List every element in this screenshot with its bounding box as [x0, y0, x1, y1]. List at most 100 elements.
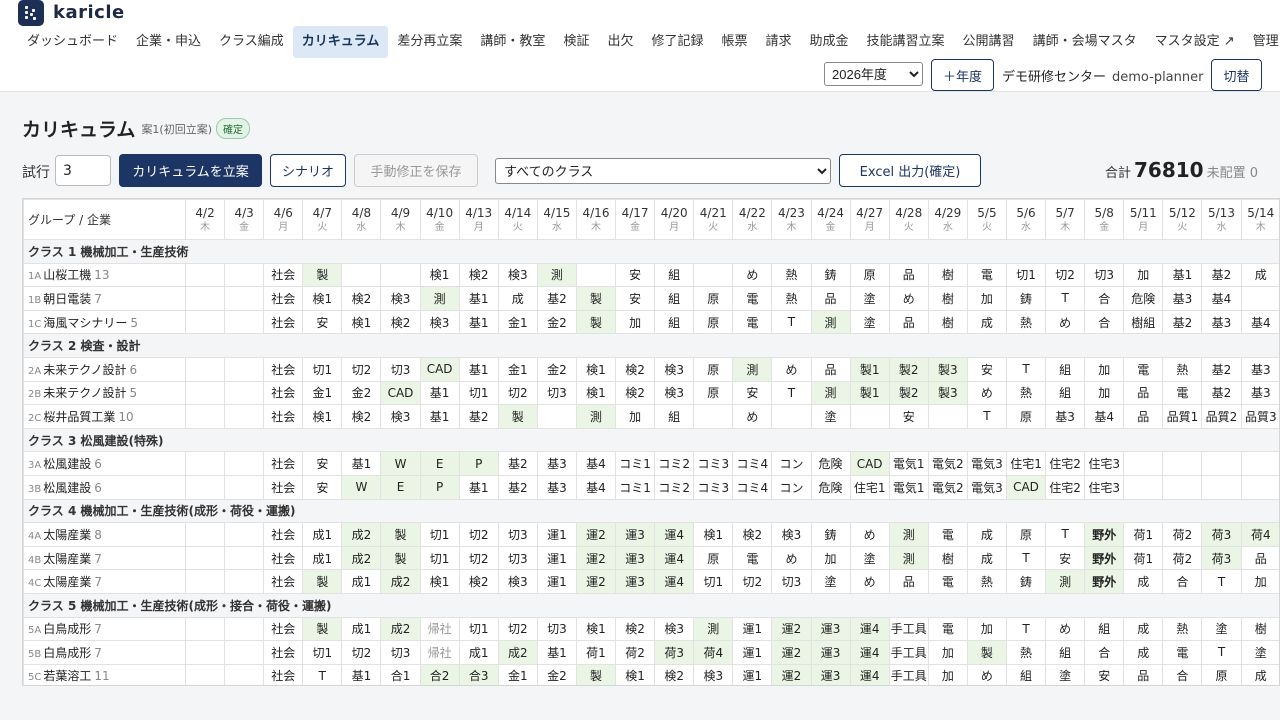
schedule-cell[interactable]: 切1 [458, 616, 499, 642]
schedule-cell[interactable]: 成1 [302, 522, 343, 547]
schedule-cell[interactable]: 測 [888, 545, 929, 571]
schedule-cell[interactable]: 安 [615, 262, 656, 288]
schedule-cell[interactable]: 社会 [263, 404, 304, 429]
schedule-cell[interactable]: 原 [693, 309, 734, 335]
schedule-cell[interactable]: 切2 [1045, 262, 1086, 288]
schedule-cell[interactable]: 検2 [615, 616, 656, 642]
schedule-cell[interactable]: 切1 [419, 545, 460, 571]
schedule-cell[interactable]: 電 [927, 522, 968, 547]
schedule-cell[interactable] [693, 262, 734, 288]
schedule-cell[interactable]: 基3 [1240, 356, 1279, 382]
schedule-cell[interactable] [224, 356, 265, 382]
schedule-cell[interactable]: 検3 [380, 286, 421, 311]
schedule-cell[interactable]: 荷2 [1162, 545, 1203, 571]
schedule-cell[interactable]: 検2 [458, 569, 499, 594]
schedule-cell[interactable]: P [419, 474, 460, 500]
schedule-cell[interactable] [224, 286, 265, 311]
schedule-cell[interactable]: 基1 [458, 474, 499, 500]
schedule-cell[interactable]: 運3 [810, 616, 851, 642]
schedule-cell[interactable]: 合1 [380, 663, 421, 685]
schedule-cell[interactable]: 運3 [810, 663, 851, 685]
nav-item[interactable]: 修了記録 [642, 26, 712, 58]
schedule-cell[interactable]: 住宅2 [1045, 451, 1086, 476]
schedule-cell[interactable]: 安 [302, 309, 343, 335]
schedule-cell[interactable]: 熱 [1005, 380, 1047, 406]
schedule-cell[interactable]: 成 [1240, 262, 1279, 288]
schedule-cell[interactable]: 電 [1162, 380, 1203, 406]
schedule-cell[interactable]: 製3 [927, 356, 968, 382]
schedule-cell[interactable]: 塗 [849, 545, 890, 571]
schedule-cell[interactable]: 合 [1084, 286, 1125, 311]
schedule-cell[interactable]: 運4 [849, 663, 890, 685]
schedule-cell[interactable]: 基2 [1201, 380, 1242, 406]
schedule-cell[interactable]: E [419, 451, 460, 476]
schedule-cell[interactable]: 合 [1084, 309, 1125, 335]
schedule-cell[interactable]: 組 [1084, 616, 1125, 642]
schedule-cell[interactable]: 電 [1162, 640, 1203, 665]
schedule-cell[interactable] [1201, 451, 1242, 476]
schedule-cell[interactable]: め [1045, 309, 1086, 335]
schedule-cell[interactable]: 電気1 [888, 451, 929, 476]
schedule-cell[interactable]: 基3 [1240, 380, 1279, 406]
schedule-cell[interactable]: 加 [927, 663, 968, 685]
schedule-cell[interactable]: W [380, 451, 421, 476]
schedule-cell[interactable]: 熱 [1162, 616, 1203, 642]
schedule-cell[interactable]: 検3 [654, 380, 695, 406]
schedule-cell[interactable] [184, 522, 226, 547]
schedule-cell[interactable] [224, 380, 265, 406]
class-filter-select[interactable]: すべてのクラス [495, 158, 831, 184]
nav-item[interactable]: カリキュラム [292, 26, 389, 58]
schedule-cell[interactable]: 運3 [810, 640, 851, 665]
schedule-cell[interactable]: T [1201, 569, 1242, 594]
schedule-cell[interactable]: 組 [654, 309, 695, 335]
schedule-cell[interactable]: 品 [810, 356, 851, 382]
schedule-cell[interactable]: 検2 [654, 663, 695, 685]
schedule-cell[interactable]: T [1005, 356, 1047, 382]
schedule-cell[interactable]: 成2 [497, 640, 538, 665]
schedule-cell[interactable]: 塗 [810, 569, 851, 594]
schedule-cell[interactable]: 手工具 [888, 640, 929, 665]
nav-item[interactable]: 検証 [554, 26, 598, 58]
schedule-cell[interactable]: 社会 [263, 616, 304, 642]
schedule-cell[interactable]: 加 [810, 545, 851, 571]
nav-item[interactable]: 管理 [1244, 26, 1280, 58]
schedule-cell[interactable]: 熱 [771, 286, 812, 311]
schedule-cell[interactable]: T [302, 663, 343, 685]
schedule-cell[interactable]: 運1 [536, 569, 577, 594]
schedule-cell[interactable]: 加 [1240, 569, 1279, 594]
schedule-cell[interactable]: 安 [1045, 545, 1086, 571]
schedule-cell[interactable]: 検2 [615, 380, 656, 406]
schedule-cell[interactable]: 基3 [536, 451, 577, 476]
schedule-cell[interactable]: 組 [654, 404, 695, 429]
schedule-cell[interactable] [184, 309, 226, 335]
schedule-cell[interactable]: コミ3 [693, 474, 734, 500]
schedule-cell[interactable]: 成2 [380, 616, 421, 642]
schedule-cell[interactable]: 金2 [536, 309, 577, 335]
schedule-cell[interactable]: 検1 [419, 262, 460, 288]
schedule-cell[interactable]: 熱 [1162, 356, 1203, 382]
nav-item[interactable]: 企業・申込 [127, 26, 210, 58]
schedule-cell[interactable]: 基1 [419, 404, 460, 429]
schedule-cell[interactable]: 組 [1045, 380, 1086, 406]
nav-item[interactable]: 請求 [757, 26, 801, 58]
schedule-cell[interactable]: 測 [419, 286, 460, 311]
schedule-cell[interactable]: 原 [693, 380, 734, 406]
schedule-cell[interactable] [224, 309, 265, 335]
schedule-cell[interactable] [184, 286, 226, 311]
schedule-cell[interactable]: 品 [888, 569, 929, 594]
schedule-cell[interactable]: 製 [380, 522, 421, 547]
schedule-cell[interactable]: 基4 [575, 474, 617, 500]
schedule-cell[interactable]: 品 [810, 286, 851, 311]
schedule-cell[interactable]: 手工具 [888, 663, 929, 685]
schedule-cell[interactable]: 住宅3 [1084, 451, 1125, 476]
schedule-cell[interactable]: 電 [966, 262, 1007, 288]
schedule-cell[interactable]: 加 [966, 616, 1007, 642]
schedule-cell[interactable]: T [771, 309, 812, 335]
schedule-cell[interactable]: 社会 [263, 569, 304, 594]
schedule-cell[interactable]: 原 [1005, 522, 1047, 547]
schedule-cell[interactable]: 社会 [263, 545, 304, 571]
schedule-cell[interactable]: 原 [1005, 404, 1047, 429]
schedule-cell[interactable]: 鋳 [810, 522, 851, 547]
schedule-cell[interactable] [224, 545, 265, 571]
schedule-cell[interactable]: 成 [966, 309, 1007, 335]
